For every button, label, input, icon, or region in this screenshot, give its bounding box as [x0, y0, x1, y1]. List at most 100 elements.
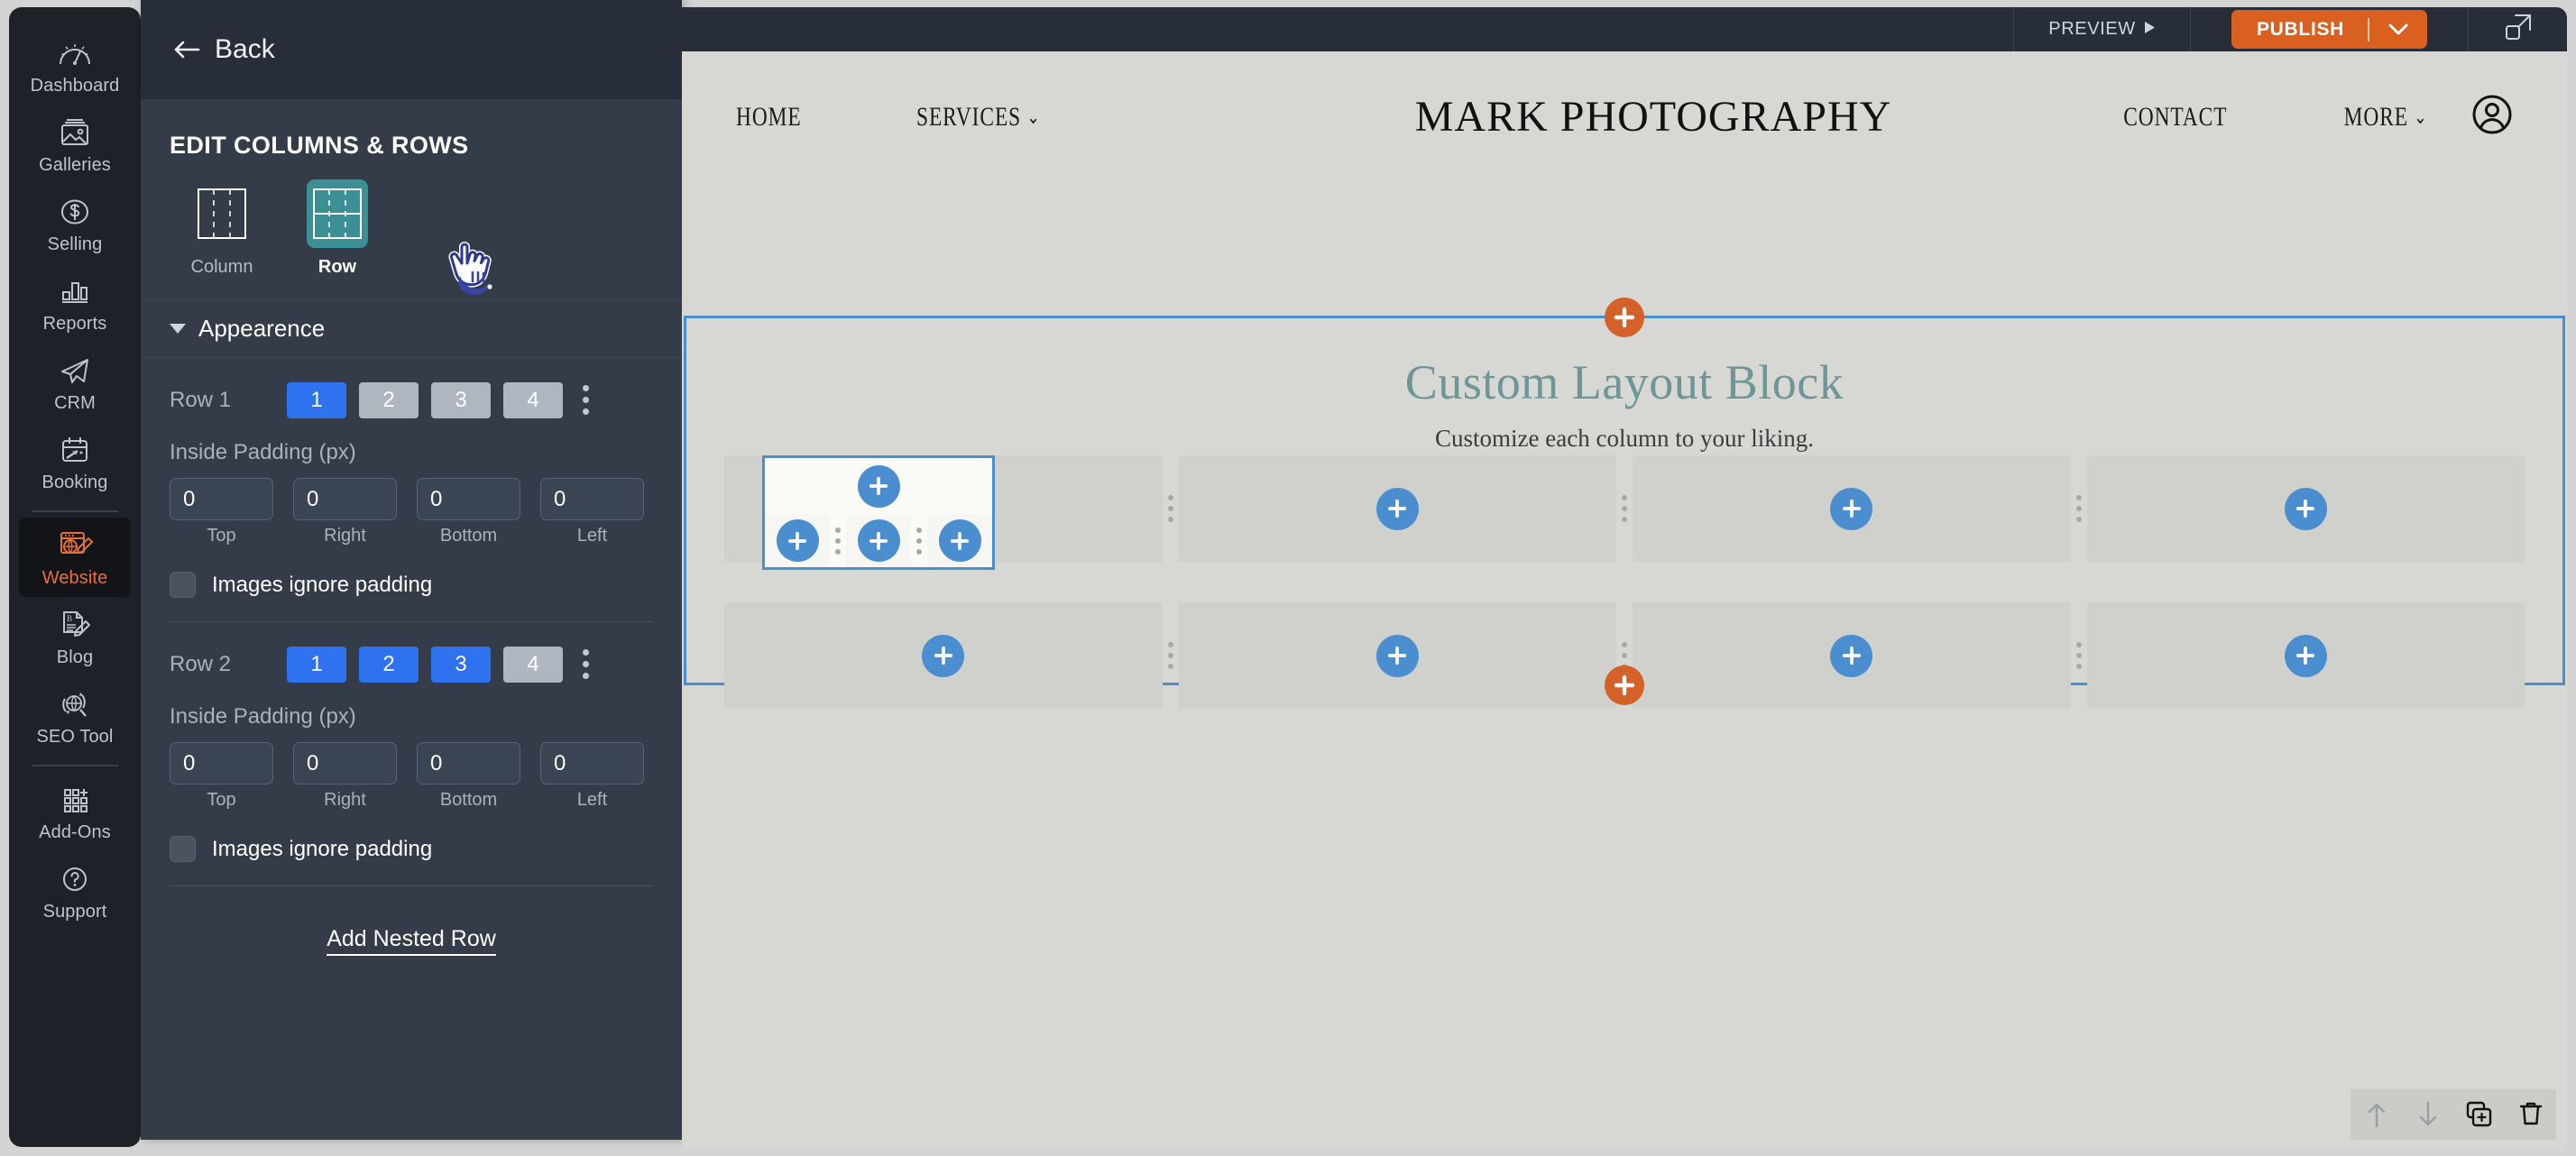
add-element-button[interactable]	[2284, 634, 2327, 677]
sidebar-item-booking[interactable]: Booking	[19, 422, 131, 501]
nav-link-home[interactable]: HOME	[736, 102, 877, 133]
publish-button[interactable]: PUBLISH	[2231, 10, 2428, 49]
row-2-more-options-icon[interactable]	[579, 646, 593, 683]
nested-cell-2[interactable]	[846, 514, 911, 567]
layout-type-column[interactable]: Column	[177, 179, 267, 278]
trash-icon[interactable]	[2509, 1093, 2553, 1136]
nav-link-services[interactable]: SERVICES ⌄	[916, 102, 1170, 133]
nav-link-more[interactable]: MORE ⌄	[2273, 102, 2428, 133]
column-resize-handle[interactable]	[1163, 455, 1179, 562]
move-up-icon[interactable]	[2355, 1093, 2398, 1136]
row-1-seg-4[interactable]: 4	[503, 381, 563, 418]
chevron-down-icon[interactable]	[2369, 23, 2427, 36]
sidebar-item-seo-tool[interactable]: SEO Tool	[19, 676, 131, 756]
checkbox-icon[interactable]	[170, 572, 196, 598]
preview-label: PREVIEW	[2048, 19, 2136, 39]
move-down-icon[interactable]	[2406, 1093, 2450, 1136]
nested-cell-1[interactable]	[765, 514, 830, 567]
add-element-button[interactable]	[1830, 634, 1873, 677]
row-2-seg-1[interactable]: 1	[287, 646, 346, 683]
back-button[interactable]: Back	[141, 0, 682, 99]
add-element-button[interactable]	[857, 519, 900, 562]
sidebar-item-dashboard[interactable]: Dashboard	[19, 25, 131, 105]
row-2-padding-top-input[interactable]	[170, 742, 273, 784]
appearance-accordion[interactable]: Appearence	[141, 299, 682, 358]
user-circle-icon[interactable]	[2471, 94, 2513, 140]
row-1-padding-right-input[interactable]	[293, 478, 397, 520]
nested-cell-3[interactable]	[927, 514, 992, 567]
block-row-2-col-3[interactable]	[1633, 602, 2071, 709]
add-block-below-button[interactable]	[1605, 665, 1644, 705]
add-element-button[interactable]	[2284, 487, 2327, 530]
selected-nested-row[interactable]	[762, 455, 995, 570]
column-resize-handle[interactable]	[911, 525, 927, 557]
add-element-button[interactable]	[857, 464, 900, 508]
back-label: Back	[215, 34, 275, 64]
selected-layout-block[interactable]: Custom Layout Block Customize each colum…	[684, 316, 2565, 709]
row-2-padding-bottom-input[interactable]	[417, 742, 520, 784]
add-block-above-button[interactable]	[1605, 298, 1644, 337]
block-row-1-col-3[interactable]	[1633, 455, 2071, 562]
sidebar-item-galleries[interactable]: Galleries	[19, 105, 131, 184]
row-2-seg-3[interactable]: 3	[431, 646, 491, 683]
block-row-2-col-4[interactable]	[2086, 602, 2525, 709]
column-resize-handle[interactable]	[1616, 455, 1633, 562]
sidebar-item-support[interactable]: Support	[19, 851, 131, 931]
document-pencil-icon: B	[55, 607, 95, 643]
checkbox-icon[interactable]	[170, 836, 196, 862]
add-element-button[interactable]	[776, 519, 819, 562]
block-row-1	[724, 455, 2525, 570]
column-resize-handle[interactable]	[830, 525, 846, 557]
row-2-images-ignore-padding-toggle[interactable]: Images ignore padding	[170, 811, 653, 862]
expand-view-button[interactable]	[2468, 7, 2567, 51]
column-resize-handle[interactable]	[2071, 455, 2087, 562]
add-element-button[interactable]	[1375, 487, 1419, 530]
sidebar-item-selling[interactable]: Selling	[19, 184, 131, 263]
add-element-button[interactable]	[938, 519, 981, 562]
block-row-2-col-2[interactable]	[1178, 602, 1616, 709]
site-brand[interactable]: MARK PHOTOGRAPHY	[1415, 93, 1892, 141]
row-2-seg-2[interactable]: 2	[359, 646, 419, 683]
editor-topbar: PREVIEW PUBLISH	[682, 7, 2567, 51]
block-row-1-col-4[interactable]	[2086, 455, 2525, 562]
add-element-button[interactable]	[1375, 634, 1419, 677]
sidebar-item-crm[interactable]: CRM	[19, 343, 131, 422]
row-1-seg-3[interactable]: 3	[431, 381, 491, 418]
row-1-more-options-icon[interactable]	[579, 381, 593, 418]
publish-button-wrapper: PUBLISH	[2190, 7, 2468, 51]
plus-icon	[2296, 646, 2315, 665]
column-resize-handle[interactable]	[1163, 602, 1179, 709]
block-row-1-col-2[interactable]	[1178, 455, 1616, 562]
row-1-seg-2[interactable]: 2	[359, 381, 419, 418]
add-element-button[interactable]	[1830, 487, 1873, 530]
layout-type-row[interactable]: Row	[292, 179, 382, 278]
nav-link-contact[interactable]: CONTACT	[2065, 102, 2227, 133]
row-2-label: Row 2	[170, 651, 232, 676]
sidebar-item-add-ons[interactable]: Add-Ons	[19, 772, 131, 851]
plus-icon	[869, 531, 888, 550]
column-resize-handle[interactable]	[2071, 602, 2087, 709]
row-1-padding-bottom-input[interactable]	[417, 478, 520, 520]
nested-row-top[interactable]	[765, 458, 992, 514]
row-2-padding-right-input[interactable]	[293, 742, 397, 784]
preview-button[interactable]: PREVIEW	[2013, 7, 2190, 51]
arrow-left-icon	[173, 39, 200, 60]
block-row-1-col-1[interactable]	[724, 455, 1163, 570]
row-2-padding-left-input[interactable]	[540, 742, 644, 784]
duplicate-icon[interactable]	[2458, 1093, 2501, 1136]
block-row-2-col-1[interactable]	[724, 602, 1163, 709]
sidebar-item-reports[interactable]: Reports	[19, 263, 131, 343]
row-1-padding-top-input[interactable]	[170, 478, 273, 520]
row-1-images-ignore-padding-toggle[interactable]: Images ignore padding	[170, 546, 653, 598]
add-nested-row-button[interactable]: Add Nested Row	[141, 886, 682, 956]
sidebar-item-website[interactable]: Website	[19, 518, 131, 597]
add-element-button[interactable]	[922, 634, 965, 677]
row-1-padding-left-input[interactable]	[540, 478, 644, 520]
left-nav-rail: Dashboard Galleries Selling Reports CRM	[9, 7, 141, 1147]
plus-icon	[1388, 499, 1407, 518]
sidebar-item-blog[interactable]: B Blog	[19, 597, 131, 676]
row-1-seg-1[interactable]: 1	[287, 381, 346, 418]
column-layout-icon	[191, 179, 253, 248]
row-2-seg-4[interactable]: 4	[503, 646, 563, 683]
plus-icon	[869, 476, 888, 496]
